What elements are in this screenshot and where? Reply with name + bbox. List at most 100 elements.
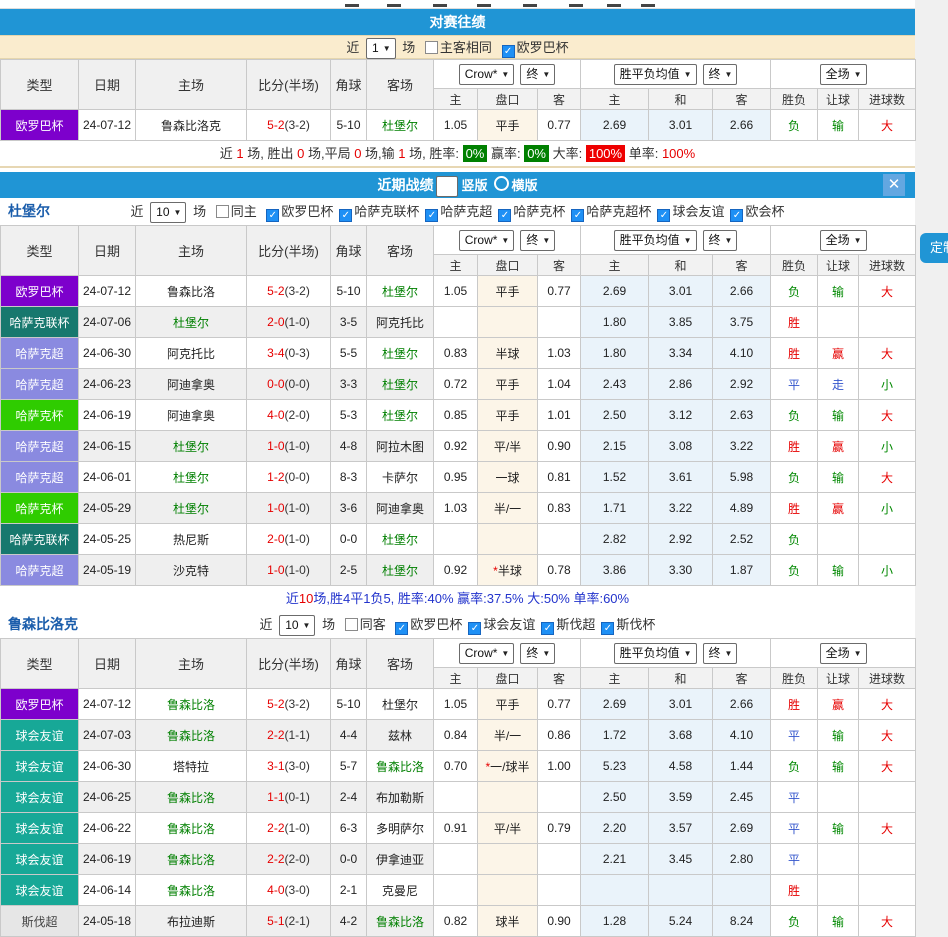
- h2h-filterbar: 近 1▼ 场 主客相同 ✓欧罗巴杯: [0, 35, 915, 59]
- league-checkbox[interactable]: ✓球会友谊: [462, 617, 535, 632]
- final-odds-select[interactable]: 终▼: [703, 64, 738, 85]
- league-cell: 球会友谊: [1, 782, 79, 813]
- asia-away-odds-cell: 0.77: [538, 276, 581, 307]
- league-checkbox[interactable]: ✓欧罗巴杯: [496, 40, 569, 55]
- asia-away-odds-cell: 0.83: [538, 493, 581, 524]
- horizontal-label[interactable]: 横版: [512, 178, 538, 193]
- home-team-cell: 杜堡尔: [136, 462, 247, 493]
- odds-group-header: 全场▼: [771, 60, 916, 89]
- column-header: 主场: [136, 226, 247, 276]
- match-row: 哈萨克超24-05-19沙克特1-0(1-0)2-5杜堡尔0.92*半球0.78…: [1, 555, 916, 586]
- handicap-result-cell: 赢: [818, 431, 859, 462]
- team1-summary: 近10场,胜4平1负5, 胜率:40% 赢率:37.5% 大:50% 单率:60…: [0, 586, 915, 611]
- euro-draw-odds-cell: 3.61: [649, 462, 713, 493]
- home-team-cell: 鲁森比洛: [136, 689, 247, 720]
- summary-text: 场, 胜率:: [406, 146, 463, 161]
- odds-source-select[interactable]: Crow*▼: [459, 230, 515, 251]
- final-odds-select[interactable]: 终▼: [520, 64, 555, 85]
- avg-odds-select[interactable]: 胜平负均值▼: [614, 643, 697, 664]
- summary-text: 0%: [463, 145, 488, 162]
- league-checkbox[interactable]: ✓哈萨克杯: [492, 204, 565, 219]
- handicap-result-cell: 输: [818, 555, 859, 586]
- euro-away-odds-cell: 4.10: [713, 338, 771, 369]
- asia-home-odds-cell: 1.05: [434, 110, 478, 141]
- h2h-table: 类型日期主场比分(半场)角球客场Crow*▼终▼胜平负均值▼终▼全场▼主盘口客主…: [0, 59, 916, 141]
- score-cell: 5-1(2-1): [247, 906, 331, 937]
- home-team-cell: 杜堡尔: [136, 431, 247, 462]
- sub-column-header: 胜负: [771, 255, 818, 276]
- home-team-cell: 阿克托比: [136, 338, 247, 369]
- avg-odds-select[interactable]: 胜平负均值▼: [614, 230, 697, 251]
- corners-cell: 5-3: [331, 400, 367, 431]
- goals-result-cell: 小: [859, 555, 916, 586]
- league-checkbox[interactable]: ✓斯伐超: [535, 617, 595, 632]
- league-cell: 哈萨克超: [1, 431, 79, 462]
- final-odds-select[interactable]: 终▼: [520, 230, 555, 251]
- corners-cell: 4-4: [331, 720, 367, 751]
- corners-cell: 3-5: [331, 307, 367, 338]
- sub-column-header: 主: [434, 89, 478, 110]
- column-header: 角球: [331, 60, 367, 110]
- league-cell: 球会友谊: [1, 875, 79, 906]
- league-checkbox[interactable]: ✓斯伐杯: [595, 617, 655, 632]
- away-team-cell: 克曼尼: [367, 875, 434, 906]
- league-checkbox[interactable]: ✓哈萨克联杯: [333, 204, 419, 219]
- league-checkbox[interactable]: ✓哈萨克超杯: [565, 204, 651, 219]
- league-checkbox[interactable]: ✓球会友谊: [651, 204, 724, 219]
- score-cell: 2-0(1-0): [247, 524, 331, 555]
- scope-select[interactable]: 全场▼: [820, 643, 867, 664]
- asia-home-odds-cell: [434, 875, 478, 906]
- final-odds-select[interactable]: 终▼: [703, 643, 738, 664]
- odds-source-select[interactable]: Crow*▼: [459, 643, 515, 664]
- league-checkbox[interactable]: ✓哈萨克超: [419, 204, 492, 219]
- league-checkbox[interactable]: ✓欧罗巴杯: [389, 617, 462, 632]
- euro-home-odds-cell: 1.71: [581, 493, 649, 524]
- goals-result-cell: [859, 875, 916, 906]
- team2-count-select[interactable]: 10▼: [279, 615, 315, 636]
- customize-button[interactable]: 定制: [920, 233, 948, 263]
- scope-select[interactable]: 全场▼: [820, 230, 867, 251]
- match-row: 欧罗巴杯24-07-12鲁森比洛5-2(3-2)5-10杜堡尔1.05平手0.7…: [1, 276, 916, 307]
- euro-away-odds-cell: 2.66: [713, 689, 771, 720]
- odds-source-select[interactable]: Crow*▼: [459, 64, 515, 85]
- main-content: 对赛往绩 近 1▼ 场 主客相同 ✓欧罗巴杯 类型日期主场比分(半场)角球客场C…: [0, 0, 915, 937]
- asia-away-odds-cell: 0.78: [538, 555, 581, 586]
- column-header: 主场: [136, 639, 247, 689]
- final-odds-select[interactable]: 终▼: [703, 230, 738, 251]
- same-home-away-checkbox[interactable]: 主客相同: [419, 40, 492, 55]
- goals-result-cell: 大: [859, 689, 916, 720]
- league-cell: 球会友谊: [1, 844, 79, 875]
- euro-draw-odds-cell: 3.01: [649, 276, 713, 307]
- team2-table: 类型日期主场比分(半场)角球客场Crow*▼终▼胜平负均值▼终▼全场▼主盘口客主…: [0, 638, 916, 937]
- final-odds-select[interactable]: 终▼: [520, 643, 555, 664]
- vertical-radio[interactable]: [436, 176, 458, 197]
- avg-odds-select[interactable]: 胜平负均值▼: [614, 64, 697, 85]
- h2h-count-select[interactable]: 1▼: [366, 38, 396, 59]
- euro-away-odds-cell: 2.45: [713, 782, 771, 813]
- horizontal-radio[interactable]: [494, 176, 509, 191]
- handicap-result-cell: 输: [818, 462, 859, 493]
- team1-count-select[interactable]: 10▼: [150, 202, 186, 223]
- team1-title: 杜堡尔: [8, 198, 50, 225]
- asia-home-odds-cell: 1.03: [434, 493, 478, 524]
- handicap-cell: 一球: [478, 462, 538, 493]
- date-cell: 24-06-14: [79, 875, 136, 906]
- asia-away-odds-cell: [538, 307, 581, 338]
- h2h-summary: 近 1 场, 胜出 0 场,平局 0 场,输 1 场, 胜率: 0% 赢率: 0…: [0, 141, 915, 168]
- league-checkbox[interactable]: ✓欧罗巴杯: [260, 204, 333, 219]
- handicap-cell: 半/一: [478, 493, 538, 524]
- asia-away-odds-cell: 0.90: [538, 906, 581, 937]
- home-team-cell: 布拉迪斯: [136, 906, 247, 937]
- scope-select[interactable]: 全场▼: [820, 64, 867, 85]
- close-icon[interactable]: ✕: [883, 174, 905, 196]
- chevron-down-icon: ▼: [383, 44, 391, 53]
- score-cell: 5-2(3-2): [247, 276, 331, 307]
- vertical-label[interactable]: 竖版: [461, 178, 487, 193]
- asia-home-odds-cell: 0.84: [434, 720, 478, 751]
- recent-header-bar: 近期战绩竖版横版 ✕: [0, 172, 915, 198]
- same-home-checkbox[interactable]: 同主: [210, 204, 257, 219]
- team2-filterbar: 鲁森比洛克 近 10▼ 场 同客 ✓欧罗巴杯✓球会友谊✓斯伐超✓斯伐杯: [0, 611, 915, 638]
- handicap-cell: 平手: [478, 276, 538, 307]
- league-checkbox[interactable]: ✓欧会杯: [724, 204, 784, 219]
- same-away-checkbox[interactable]: 同客: [339, 617, 386, 632]
